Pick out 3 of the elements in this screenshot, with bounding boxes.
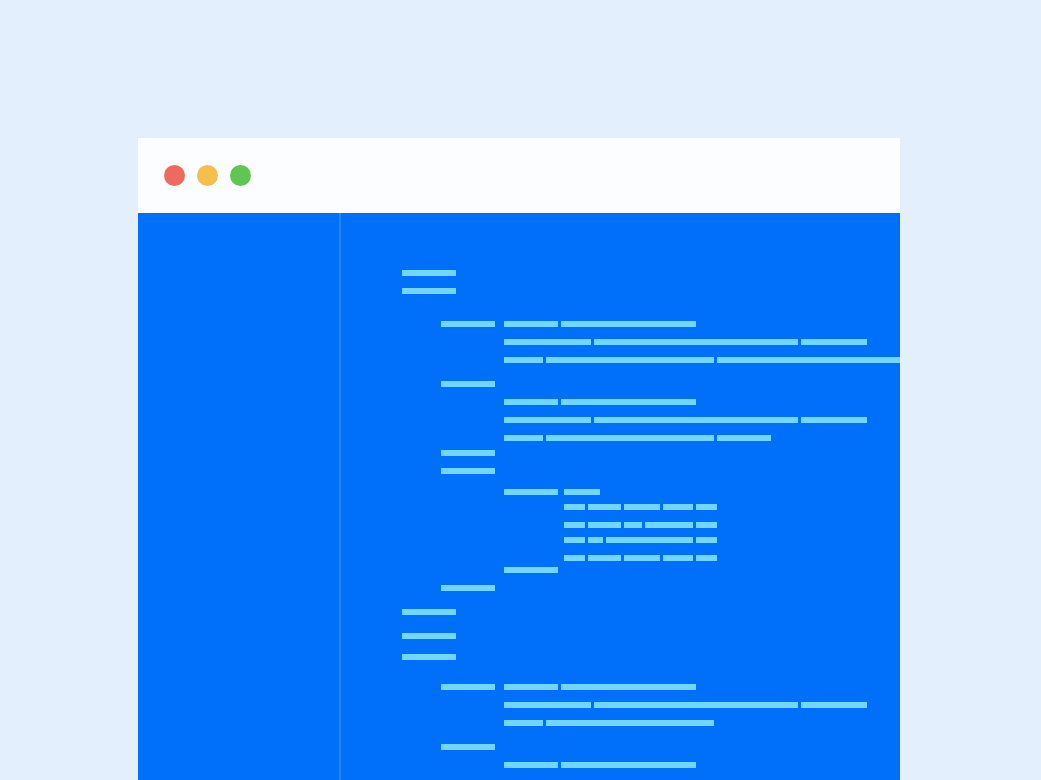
close-button[interactable]: [164, 165, 185, 186]
zoom-button[interactable]: [230, 165, 251, 186]
minimize-button[interactable]: [197, 165, 218, 186]
